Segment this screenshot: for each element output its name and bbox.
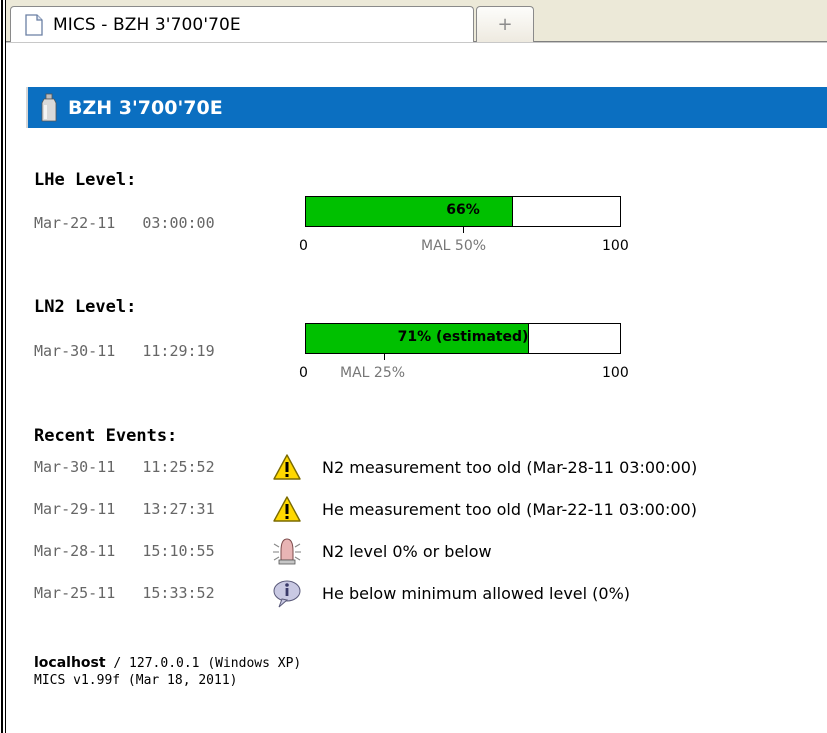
ln2-timestamp: Mar-30-11 11:29:19 xyxy=(34,342,215,360)
tab-title: MICS - BZH 3'700'70E xyxy=(53,14,241,35)
info-bubble-icon xyxy=(270,577,304,609)
lhe-scale-min: 0 xyxy=(299,238,308,254)
lhe-level-label: 66% xyxy=(446,202,480,218)
tab-mics[interactable]: MICS - BZH 3'700'70E xyxy=(10,6,474,42)
event-text: N2 measurement too old (Mar-28-11 03:00:… xyxy=(322,457,698,477)
dewar-header: BZH 3'700'70E xyxy=(26,87,827,128)
page-icon xyxy=(25,13,43,36)
ln2-title: LN2 Level: xyxy=(34,297,137,317)
footer-version: MICS v1.99f (Mar 18, 2011) xyxy=(34,673,238,688)
event-row: Mar-25-11 15:33:52 He below minimum allo… xyxy=(34,578,630,608)
dewar-bottle-icon xyxy=(41,93,57,121)
footer-host-info: / 127.0.0.1 (Windows XP) xyxy=(105,656,302,671)
browser-window: MICS - BZH 3'700'70E + BZH 3'700'70E LHe… xyxy=(0,0,827,733)
ln2-level-gauge: 71% (estimated) xyxy=(305,323,621,354)
footer: localhost / 127.0.0.1 (Windows XP) MICS … xyxy=(34,655,301,689)
page-content xyxy=(6,42,827,733)
event-text: He measurement too old (Mar-22-11 03:00:… xyxy=(322,499,697,519)
ln2-scale-min: 0 xyxy=(299,365,308,381)
plus-icon: + xyxy=(497,14,513,35)
event-time: Mar-28-11 15:10:55 xyxy=(34,542,215,560)
alarm-bell-icon xyxy=(270,535,304,567)
lhe-level-gauge: 66% xyxy=(305,196,621,227)
event-time: Mar-25-11 15:33:52 xyxy=(34,584,215,602)
event-time: Mar-29-11 13:27:31 xyxy=(34,500,215,518)
footer-hostname: localhost xyxy=(34,655,106,671)
event-text: He below minimum allowed level (0%) xyxy=(322,583,631,603)
warning-icon xyxy=(270,493,304,525)
ln2-mal-tick xyxy=(384,354,385,360)
ln2-scale-max: 100 xyxy=(602,365,629,381)
footer-host-line: localhost / 127.0.0.1 (Windows XP) xyxy=(34,655,301,672)
event-time: Mar-30-11 11:25:52 xyxy=(34,458,215,476)
event-row: Mar-29-11 13:27:31 He measurement too ol… xyxy=(34,494,697,524)
lhe-scale-max: 100 xyxy=(602,238,629,254)
event-text: N2 level 0% or below xyxy=(322,541,492,561)
dewar-title: BZH 3'700'70E xyxy=(68,96,223,119)
event-row: Mar-28-11 15:10:55 N2 level 0% or below xyxy=(34,536,492,566)
lhe-title: LHe Level: xyxy=(34,170,137,190)
lhe-mal-label: MAL 50% xyxy=(421,238,487,254)
tab-strip: MICS - BZH 3'700'70E + xyxy=(6,0,827,42)
event-row: Mar-30-11 11:25:52 N2 measurement too ol… xyxy=(34,452,697,482)
events-title: Recent Events: xyxy=(34,426,178,446)
warning-icon xyxy=(270,451,304,483)
lhe-mal-tick xyxy=(463,227,464,233)
lhe-timestamp: Mar-22-11 03:00:00 xyxy=(34,214,215,232)
ln2-mal-label: MAL 25% xyxy=(340,365,406,381)
ln2-level-label: 71% (estimated) xyxy=(397,329,529,345)
new-tab-button[interactable]: + xyxy=(476,6,534,42)
